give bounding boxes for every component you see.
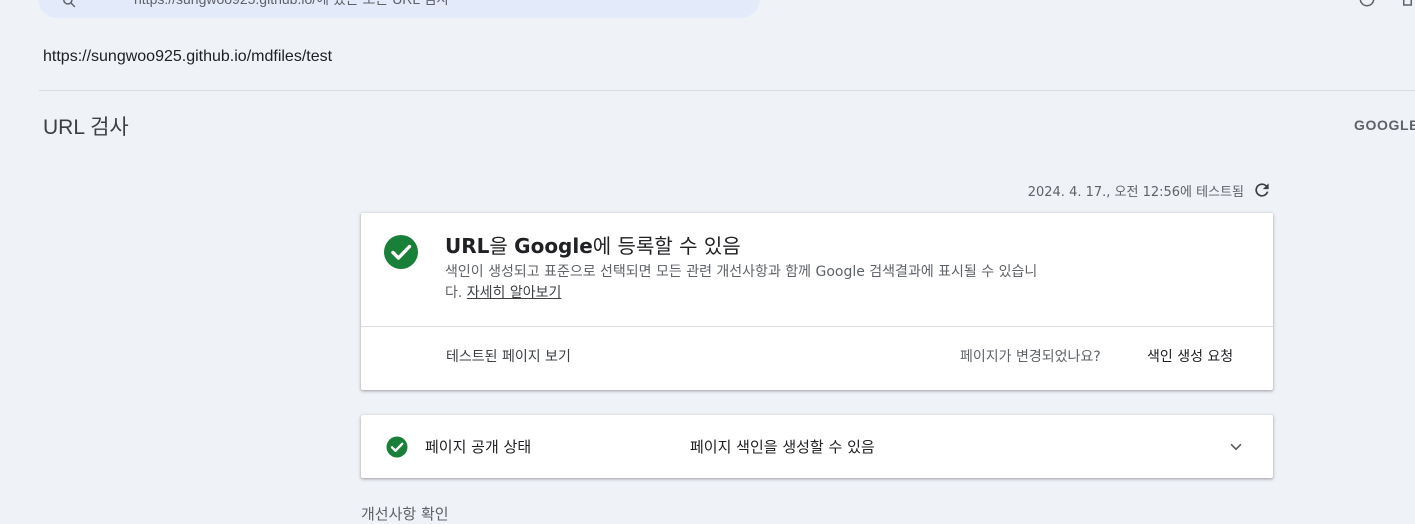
page-changed-question: 페이지가 변경되었나요? [960,349,1101,365]
test-timestamp-row: 2024. 4. 17., 오전 12:56에 테스트됨 [900,179,1272,201]
headline-text-2: 에 등록할 수 있음 [592,234,741,258]
check-circle-icon [386,436,408,458]
availability-label: 페이지 공개 상태 [425,438,532,456]
search-input[interactable] [134,0,694,8]
card-divider [361,326,1273,327]
view-tested-page-button[interactable]: 테스트된 페이지 보기 [446,346,571,366]
header-divider [39,90,1415,91]
page-title: URL 검사 [43,116,129,139]
help-icon[interactable] [1358,0,1376,8]
headline-url: URL [445,234,490,258]
learn-more-link[interactable]: 자세히 알아보기 [467,285,562,301]
request-indexing-button[interactable]: 색인 생성 요청 [1147,346,1233,366]
headline-text-1: 을 [489,234,515,258]
chevron-down-icon[interactable] [1227,438,1245,456]
page-availability-card[interactable]: 페이지 공개 상태 페이지 색인을 생성할 수 있음 [361,415,1273,478]
result-description: 색인이 생성되고 표준으로 선택되면 모든 관련 개선사항과 함께 Google… [445,262,1045,304]
search-icon [63,0,76,8]
inspected-url: https://sungwoo925.github.io/mdfiles/tes… [43,48,333,65]
test-timestamp: 2024. 4. 17., 오전 12:56에 테스트됨 [1027,184,1244,200]
availability-value: 페이지 색인을 생성할 수 있음 [690,438,875,456]
result-headline: URL을 Google에 등록할 수 있음 [445,230,741,259]
enhancements-heading: 개선사항 확인 [361,505,449,523]
account-icon[interactable] [1400,0,1415,8]
result-card: URL을 Google에 등록할 수 있음 색인이 생성되고 표준으로 선택되면… [361,213,1273,390]
refresh-icon[interactable] [1252,180,1272,200]
search-bar[interactable] [38,0,760,18]
check-circle-icon [384,235,418,269]
headline-google: Google [514,234,593,258]
google-index-tab[interactable]: GOOGLE [1354,117,1415,133]
